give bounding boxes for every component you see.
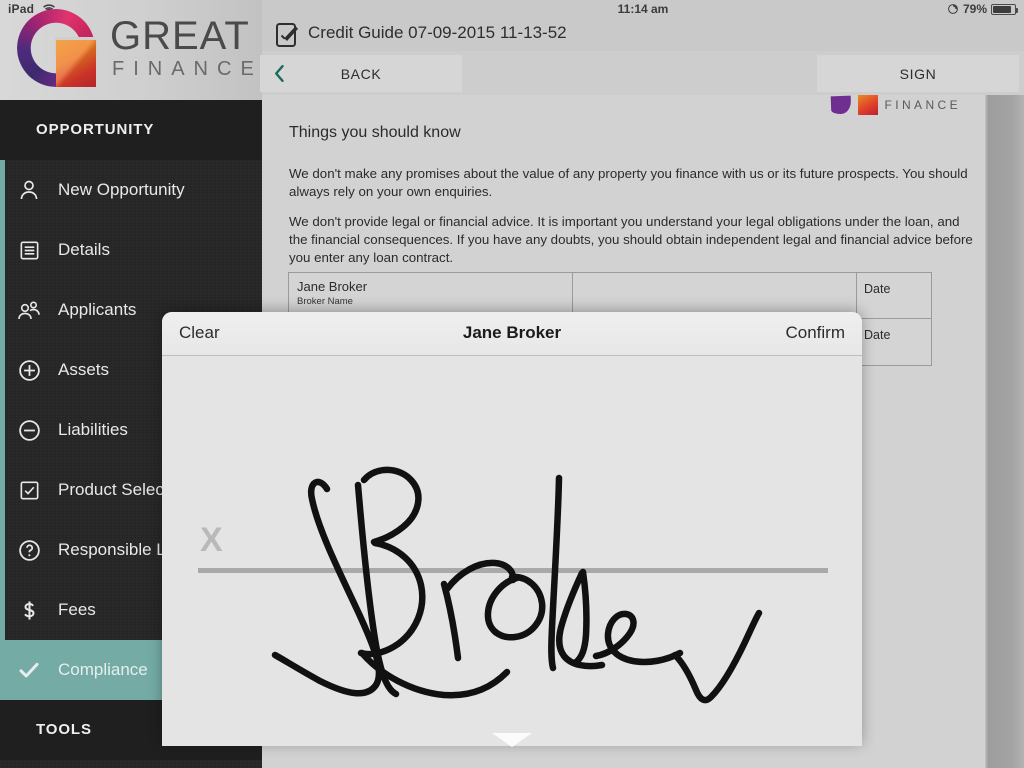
- title-bar: Credit Guide 07-09-2015 11-13-52: [262, 20, 1024, 51]
- document-logo: FINANCE: [830, 95, 961, 115]
- page-title: Credit Guide 07-09-2015 11-13-52: [308, 23, 567, 42]
- sidebar-item-label: Applicants: [58, 300, 137, 319]
- active-accent-bar: [0, 160, 5, 220]
- sidebar-item-label: Assets: [58, 360, 110, 379]
- minus-circle-icon: [14, 415, 44, 445]
- active-accent-bar: [0, 520, 5, 580]
- person-icon: [14, 175, 44, 205]
- signature-canvas[interactable]: X: [162, 356, 862, 747]
- sidebar-section-opportunity-header: OPPORTUNITY: [0, 100, 262, 160]
- back-button[interactable]: BACK: [260, 55, 462, 92]
- people-group-icon: [14, 295, 44, 325]
- checkmark-icon: [14, 655, 44, 685]
- active-accent-bar: [0, 280, 5, 340]
- brand-logo-area: iPad GREAT FINANCE: [0, 0, 262, 100]
- document-heading: Things you should know: [289, 124, 461, 141]
- date-label: Date: [864, 328, 891, 342]
- active-accent-bar: [0, 640, 5, 700]
- active-accent-bar: [0, 460, 5, 520]
- checkbox-icon: [14, 475, 44, 505]
- signed-document-icon: [276, 23, 299, 47]
- clock: 11:14 am: [617, 2, 669, 16]
- active-accent-bar: [0, 220, 5, 280]
- active-accent-bar: [0, 580, 5, 640]
- status-bar: 11:14 am 79%: [262, 0, 1024, 20]
- document-logo-text: FINANCE: [884, 98, 961, 112]
- app-root: iPad GREAT FINANCE OPPORTUNITY New Oppor…: [0, 0, 1024, 768]
- broker-name-label: Broker Name: [297, 296, 353, 307]
- battery-icon: [991, 3, 1018, 15]
- date-label: Date: [864, 282, 891, 296]
- great-finance-logo: [17, 9, 103, 95]
- chevron-left-icon: [275, 65, 284, 82]
- question-circle-icon: [14, 535, 44, 565]
- sidebar-item-label: Fees: [58, 600, 96, 619]
- document-logo-swoosh: [830, 95, 851, 115]
- signature-modal: Clear Jane Broker Confirm X: [162, 312, 862, 747]
- plus-circle-icon: [14, 355, 44, 385]
- rotation-lock-icon: [948, 4, 958, 14]
- document-logo-square: [857, 95, 878, 115]
- sign-button-label: SIGN: [899, 65, 937, 82]
- document-right-edge: [985, 95, 1024, 768]
- sidebar-item-label: New Opportunity: [58, 180, 185, 199]
- date-cell[interactable]: Date: [856, 318, 932, 366]
- active-accent-bar: [0, 340, 5, 400]
- battery-percent: 79%: [962, 2, 987, 16]
- sign-button[interactable]: SIGN: [817, 55, 1019, 92]
- document-paragraph: We don't provide legal or financial advi…: [289, 214, 973, 265]
- sidebar-item-label: Liabilities: [58, 420, 128, 439]
- back-button-label: BACK: [340, 65, 382, 82]
- brand-name-primary: GREAT: [110, 14, 250, 58]
- confirm-button[interactable]: Confirm: [785, 323, 845, 343]
- document-paragraph: We don't make any promises about the val…: [289, 166, 968, 199]
- dollar-icon: [14, 595, 44, 625]
- document-lines-icon: [14, 235, 44, 265]
- broker-name-value: Jane Broker: [297, 279, 368, 294]
- signature-modal-title: Jane Broker: [462, 323, 562, 342]
- date-cell[interactable]: Date: [856, 272, 932, 319]
- signature-modal-header: Clear Jane Broker Confirm: [162, 312, 862, 356]
- sidebar-item-label: Compliance: [58, 660, 148, 679]
- sidebar-item-label: Details: [58, 240, 110, 259]
- brand-name-secondary: FINANCE: [112, 58, 262, 80]
- active-accent-bar: [0, 400, 5, 460]
- toolbar: BACK SIGN: [260, 51, 1024, 95]
- battery-status: 79%: [947, 2, 1018, 16]
- sidebar-item-details[interactable]: Details: [0, 220, 262, 280]
- signature-modal-notch: [492, 733, 532, 747]
- signature-stroke: [271, 466, 763, 704]
- sidebar-item-new-opportunity[interactable]: New Opportunity: [0, 160, 262, 220]
